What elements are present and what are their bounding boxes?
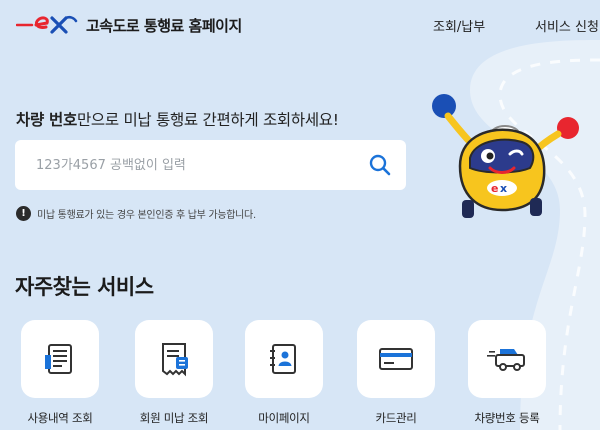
plate-number-input[interactable] [15, 140, 355, 190]
mascot-car-illustration: e x [432, 94, 579, 218]
receipt-icon [162, 343, 188, 377]
service-card[interactable] [468, 320, 546, 398]
service-member-unpaid[interactable]: 회원 미납 조회 [129, 320, 219, 426]
service-card[interactable] [245, 320, 323, 398]
hero-headline: 차량 번호만으로 미납 통행료 간편하게 조회하세요! [16, 108, 339, 130]
profile-book-icon [270, 344, 296, 374]
credit-card-icon [379, 348, 413, 370]
headline-bold: 차량 번호 [16, 111, 77, 129]
service-card[interactable] [135, 320, 213, 398]
ex-logo[interactable] [16, 12, 78, 36]
svg-text:x: x [500, 182, 507, 195]
service-vehicle-registration[interactable]: 차량번호 등록 [462, 320, 552, 426]
plate-search-box [15, 140, 406, 190]
service-label: 차량번호 등록 [474, 411, 540, 425]
service-card-management[interactable]: 카드관리 [351, 320, 441, 426]
service-label: 회원 미납 조회 [139, 411, 209, 425]
car-icon [487, 349, 525, 371]
service-card[interactable] [357, 320, 435, 398]
service-label: 사용내역 조회 [27, 411, 93, 425]
notice-text: 미납 통행료가 있는 경우 본인인증 후 납부 가능합니다. [37, 210, 256, 221]
search-icon[interactable] [368, 153, 392, 177]
header: 고속도로 통행료 홈페이지 조회/납부 서비스 신청 [0, 0, 600, 50]
headline-rest: 만으로 미납 통행료 간편하게 조회하세요! [76, 111, 339, 129]
service-label: 카드관리 [375, 411, 417, 425]
exclamation-icon: ! [16, 206, 31, 221]
notice: ! 미납 통행료가 있는 경우 본인인증 후 납부 가능합니다. [16, 203, 256, 221]
service-label: 마이페이지 [258, 411, 310, 425]
svg-text:e: e [491, 182, 498, 195]
nav-service-application[interactable]: 서비스 신청 [535, 16, 599, 35]
document-list-icon [45, 344, 72, 374]
services-title: 자주찾는 서비스 [15, 275, 154, 299]
service-my-page[interactable]: 마이페이지 [239, 320, 329, 426]
nav-inquiry-payment[interactable]: 조회/납부 [433, 16, 485, 35]
site-title[interactable]: 고속도로 통행료 홈페이지 [86, 15, 242, 36]
service-card[interactable] [21, 320, 99, 398]
service-usage-history[interactable]: 사용내역 조회 [15, 320, 105, 426]
